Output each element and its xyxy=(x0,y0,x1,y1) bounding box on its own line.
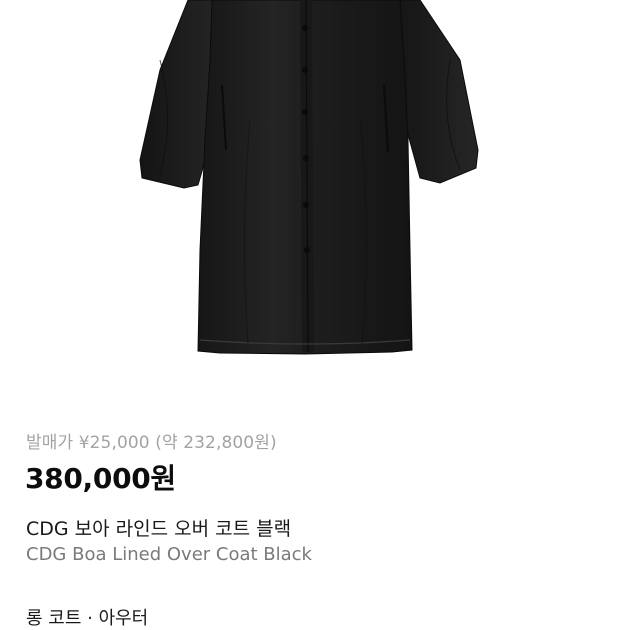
sale-price: 380,000원 xyxy=(25,462,176,495)
product-image[interactable] xyxy=(0,0,620,385)
release-price: 발매가 ¥25,000 (약 232,800원) xyxy=(26,433,277,453)
coat-image-icon xyxy=(139,0,479,355)
product-category[interactable]: 롱 코트 · 아우터 xyxy=(26,604,148,630)
product-title-english: CDG Boa Lined Over Coat Black xyxy=(26,544,312,565)
product-title-korean: CDG 보아 라인드 오버 코트 블랙 xyxy=(26,518,292,540)
